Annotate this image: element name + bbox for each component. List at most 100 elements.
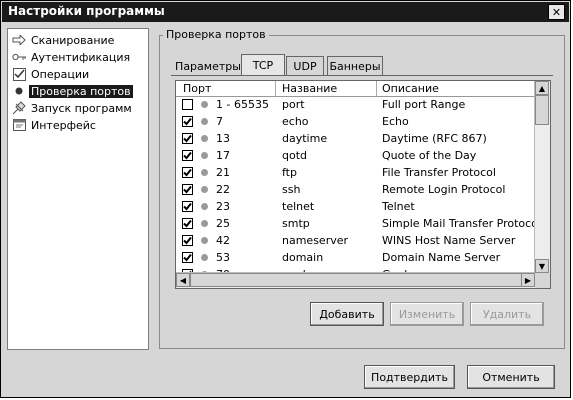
scroll-right-button[interactable]: ▶ bbox=[521, 273, 535, 287]
port-number: 13 bbox=[216, 132, 230, 145]
scroll-left-button[interactable]: ◀ bbox=[176, 273, 190, 287]
port-status-icon bbox=[201, 101, 208, 108]
table-header: Порт Название Описание bbox=[176, 81, 534, 97]
confirm-button-label: Подтвердить bbox=[371, 370, 448, 384]
port-checkbox[interactable] bbox=[182, 184, 193, 195]
table-row[interactable]: 53 domain Domain Name Server bbox=[176, 250, 534, 267]
port-description: Daytime (RFC 867) bbox=[382, 132, 487, 145]
tab-tcp[interactable]: TCP bbox=[241, 54, 285, 76]
port-checkbox[interactable] bbox=[182, 150, 193, 161]
port-checkbox[interactable] bbox=[182, 133, 193, 144]
close-button[interactable]: ✕ bbox=[548, 4, 565, 20]
tab-label: Баннеры bbox=[329, 60, 381, 73]
checkmark-icon bbox=[183, 253, 192, 262]
checkmark-icon bbox=[183, 236, 192, 245]
table-row[interactable]: 22 ssh Remote Login Protocol bbox=[176, 182, 534, 199]
table-row[interactable]: 7 echo Echo bbox=[176, 114, 534, 131]
checkmark-icon bbox=[183, 117, 192, 126]
port-name: ftp bbox=[282, 166, 297, 179]
port-number: 23 bbox=[216, 200, 230, 213]
column-separator[interactable] bbox=[275, 81, 276, 96]
port-checkbox[interactable] bbox=[182, 167, 193, 178]
settings-nav: Сканирование Аутентификация Операции Про… bbox=[7, 28, 149, 350]
delete-button[interactable]: Удалить bbox=[470, 302, 544, 326]
nav-item-label: Сканирование bbox=[31, 33, 115, 47]
port-checkbox[interactable] bbox=[182, 201, 193, 212]
table-row[interactable]: 42 nameserver WINS Host Name Server bbox=[176, 233, 534, 250]
port-name: daytime bbox=[282, 132, 328, 145]
column-header-port[interactable]: Порт bbox=[183, 82, 211, 95]
port-number: 53 bbox=[216, 251, 230, 264]
checkmark-icon bbox=[183, 185, 192, 194]
table-row[interactable]: 25 smtp Simple Mail Transfer Protocol bbox=[176, 216, 541, 233]
nav-item-port-check[interactable]: Проверка портов bbox=[11, 83, 147, 99]
run-program-icon bbox=[11, 101, 27, 115]
column-separator[interactable] bbox=[376, 81, 377, 96]
tab-parameters[interactable]: Параметры bbox=[175, 56, 241, 76]
nav-item-label: Запуск программ bbox=[31, 101, 132, 115]
tab-banners[interactable]: Баннеры bbox=[327, 56, 383, 76]
scroll-corner bbox=[535, 273, 550, 288]
port-name: smtp bbox=[282, 217, 310, 230]
cancel-button-label: Отменить bbox=[482, 370, 540, 384]
table-row[interactable]: 21 ftp File Transfer Protocol bbox=[176, 165, 534, 182]
port-checkbox[interactable] bbox=[182, 252, 193, 263]
nav-item-operations[interactable]: Операции bbox=[11, 66, 147, 82]
nav-item-label: Операции bbox=[31, 67, 90, 81]
table-row[interactable]: 13 daytime Daytime (RFC 867) bbox=[176, 131, 534, 148]
edit-button-label: Изменить bbox=[398, 307, 456, 321]
port-description: Simple Mail Transfer Protocol bbox=[382, 217, 541, 230]
tab-udp[interactable]: UDP bbox=[286, 56, 324, 76]
port-name: echo bbox=[282, 115, 309, 128]
port-dot-icon bbox=[11, 84, 27, 98]
port-description: Quote of the Day bbox=[382, 149, 477, 162]
port-checkbox[interactable] bbox=[182, 99, 193, 110]
nav-item-authentication[interactable]: Аутентификация bbox=[11, 49, 147, 65]
port-description: File Transfer Protocol bbox=[382, 166, 496, 179]
port-number: 1 - 65535 bbox=[216, 98, 269, 111]
port-status-icon bbox=[201, 254, 208, 261]
port-status-icon bbox=[201, 237, 208, 244]
checklist-icon bbox=[11, 67, 27, 81]
table-row[interactable]: 17 qotd Quote of the Day bbox=[176, 148, 534, 165]
horizontal-scroll-thumb[interactable] bbox=[190, 273, 522, 287]
arrow-right-icon bbox=[11, 33, 27, 47]
ports-table: Порт Название Описание 1 - 65535 port Full… bbox=[175, 80, 551, 289]
checkmark-icon bbox=[183, 202, 192, 211]
port-name: port bbox=[282, 98, 305, 111]
add-button[interactable]: Добавить bbox=[310, 302, 384, 326]
column-header-description[interactable]: Описание bbox=[382, 82, 439, 95]
vertical-scrollbar[interactable]: ▲ ▼ bbox=[534, 81, 550, 273]
edit-button[interactable]: Изменить bbox=[390, 302, 464, 326]
port-status-icon bbox=[201, 169, 208, 176]
scroll-up-button[interactable]: ▲ bbox=[535, 81, 549, 95]
port-description: Remote Login Protocol bbox=[382, 183, 506, 196]
title-bar: Настройки программы ✕ bbox=[2, 2, 569, 22]
port-checkbox[interactable] bbox=[182, 235, 193, 246]
port-checkbox[interactable] bbox=[182, 218, 193, 229]
nav-item-label: Интерфейс bbox=[31, 118, 96, 132]
port-name: nameserver bbox=[282, 234, 349, 247]
port-name: ssh bbox=[282, 183, 301, 196]
port-name: domain bbox=[282, 251, 324, 264]
nav-item-label: Аутентификация bbox=[31, 50, 131, 64]
port-checkbox[interactable] bbox=[182, 116, 193, 127]
port-status-icon bbox=[201, 203, 208, 210]
scroll-down-button[interactable]: ▼ bbox=[535, 259, 549, 273]
horizontal-scrollbar[interactable]: ◀ ▶ bbox=[176, 272, 535, 288]
nav-item-run-programs[interactable]: Запуск программ bbox=[11, 100, 147, 116]
port-number: 25 bbox=[216, 217, 230, 230]
nav-item-scanning[interactable]: Сканирование bbox=[11, 32, 147, 48]
column-header-name[interactable]: Название bbox=[282, 82, 337, 95]
confirm-button[interactable]: Подтвердить bbox=[364, 365, 455, 389]
tab-divider bbox=[171, 75, 553, 76]
port-description: Full port Range bbox=[382, 98, 466, 111]
table-row[interactable]: 23 telnet Telnet bbox=[176, 199, 534, 216]
port-description: Echo bbox=[382, 115, 409, 128]
port-name: qotd bbox=[282, 149, 308, 162]
nav-item-interface[interactable]: Интерфейс bbox=[11, 117, 147, 133]
cancel-button[interactable]: Отменить bbox=[467, 365, 555, 389]
port-status-icon bbox=[201, 118, 208, 125]
table-row[interactable]: 1 - 65535 port Full port Range bbox=[176, 97, 534, 114]
vertical-scroll-thumb[interactable] bbox=[535, 95, 549, 125]
